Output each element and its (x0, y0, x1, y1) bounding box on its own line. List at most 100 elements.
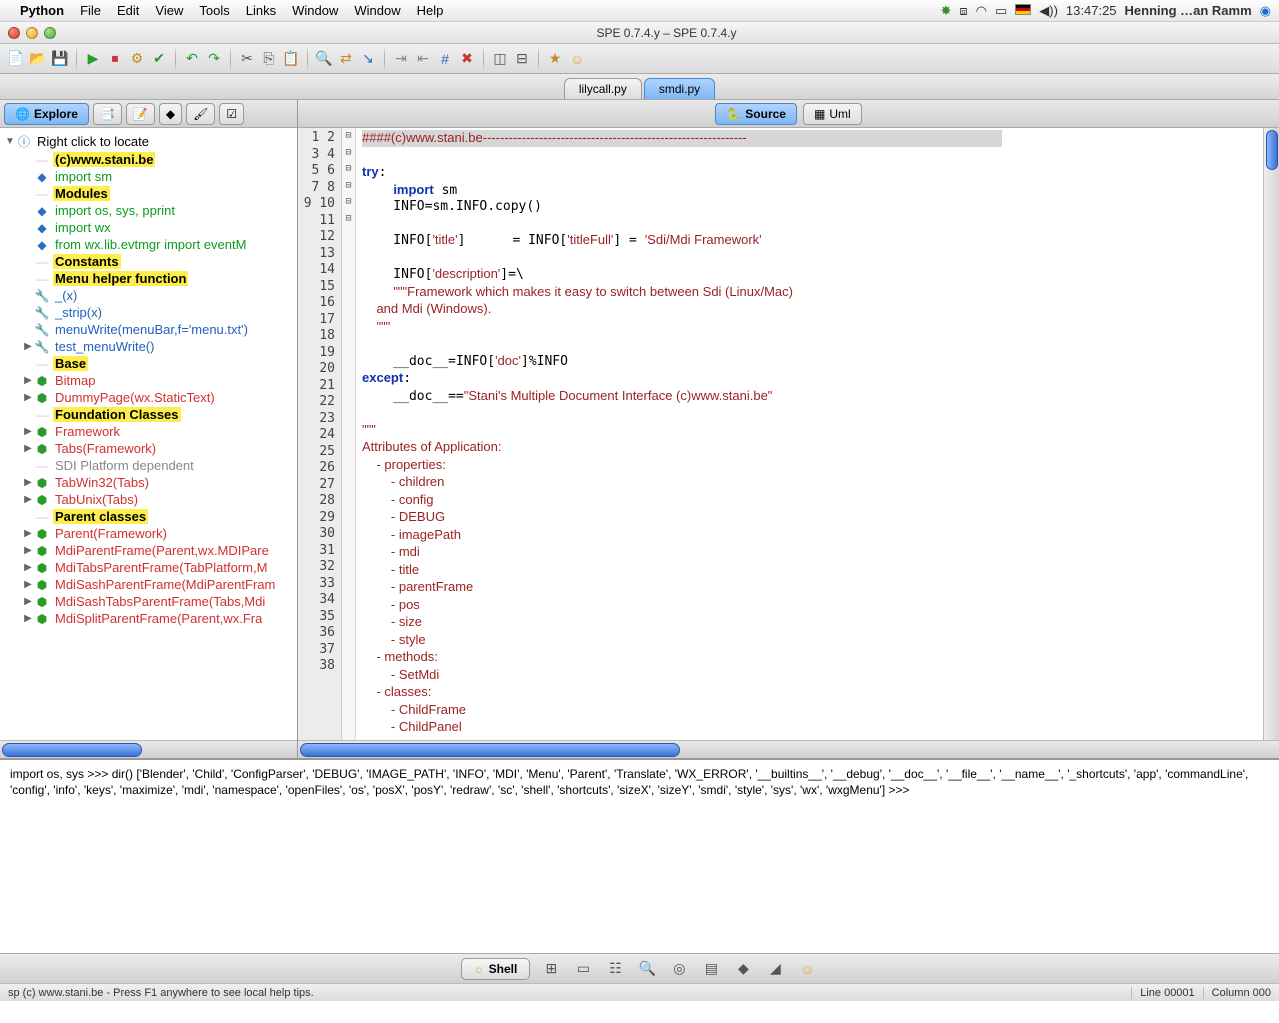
notes-bottom-icon[interactable]: ◢ (764, 958, 786, 980)
tree-item[interactable]: ▶⬢MdiSashParentFrame(MdiParentFram (0, 576, 297, 593)
tree-item[interactable]: 🔧menuWrite(menuBar,f='menu.txt') (0, 321, 297, 338)
menu-window1[interactable]: Window (292, 3, 338, 18)
tree-item[interactable]: ▶⬢TabWin32(Tabs) (0, 474, 297, 491)
leaf-icon[interactable]: ✸ (940, 3, 951, 19)
tree-item[interactable]: ▶⬢MdiTabsParentFrame(TabPlatform,M (0, 559, 297, 576)
menu-links[interactable]: Links (246, 3, 276, 18)
source-tab[interactable]: 🐍Source (715, 103, 797, 125)
spotlight-icon[interactable]: ◉ (1260, 3, 1271, 19)
tree-item[interactable]: ▶⬢Bitmap (0, 372, 297, 389)
tree-item[interactable]: ▶⬢MdiSplitParentFrame(Parent,wx.Fra (0, 610, 297, 627)
goto-icon[interactable]: ↘ (358, 49, 378, 69)
dedent-icon[interactable]: ⇤ (413, 49, 433, 69)
check-icon[interactable]: ✔ (149, 49, 169, 69)
editor-vscroll[interactable] (1263, 128, 1279, 740)
bluetooth-icon[interactable]: ⧈ (959, 3, 967, 19)
session-icon[interactable]: ▭ (572, 958, 594, 980)
tree-item[interactable]: ▶🔧test_menuWrite() (0, 338, 297, 355)
run-icon[interactable]: ▶ (83, 49, 103, 69)
tree-item[interactable]: ◆import wx (0, 219, 297, 236)
tree-item[interactable]: 🔧_strip(x) (0, 304, 297, 321)
tab-smdi[interactable]: smdi.py (644, 78, 715, 99)
smile-icon[interactable]: ☺ (567, 49, 587, 69)
tree-item[interactable]: 🔧_(x) (0, 287, 297, 304)
tree-item[interactable]: ◆from wx.lib.evtmgr import eventM (0, 236, 297, 253)
brush-tab[interactable]: 🖌 (186, 103, 215, 125)
bookmark-icon[interactable]: ★ (545, 49, 565, 69)
split-h-icon[interactable]: ◫ (490, 49, 510, 69)
line-gutter[interactable]: 1 2 3 4 5 6 7 8 9 10 11 12 13 14 15 16 1… (298, 128, 342, 740)
tree-item[interactable]: —Foundation Classes (0, 406, 297, 423)
code-editor[interactable]: ####(c)www.stani.be---------------------… (356, 128, 1263, 740)
blender-icon[interactable]: ☺ (796, 958, 818, 980)
uncomment-icon[interactable]: ✖ (457, 49, 477, 69)
uml-tab[interactable]: ▦Uml (803, 103, 862, 125)
find-icon[interactable]: 🔍 (314, 49, 334, 69)
tree-item[interactable]: ▶⬢Parent(Framework) (0, 525, 297, 542)
minimize-window-button[interactable] (26, 27, 38, 39)
flag-icon[interactable] (1015, 3, 1031, 18)
menu-help[interactable]: Help (417, 3, 444, 18)
comment-icon[interactable]: # (435, 49, 455, 69)
index-tab[interactable]: 📑 (93, 103, 122, 125)
tree-item[interactable]: —Parent classes (0, 508, 297, 525)
indent-icon[interactable]: ⇥ (391, 49, 411, 69)
tree-root[interactable]: ▼ⓘ Right click to locate (0, 132, 297, 151)
explorer-hscroll[interactable] (0, 740, 297, 758)
check-tab[interactable]: ☑ (219, 103, 244, 125)
debug-icon[interactable]: ⚙ (127, 49, 147, 69)
tree-item[interactable]: —Base (0, 355, 297, 372)
menu-edit[interactable]: Edit (117, 3, 139, 18)
recent-icon[interactable]: ▤ (700, 958, 722, 980)
explore-tab[interactable]: 🌐Explore (4, 103, 89, 125)
new-icon[interactable]: 📄 (6, 49, 26, 69)
close-window-button[interactable] (8, 27, 20, 39)
fold-gutter[interactable]: ⊟ ⊟ ⊟ ⊟ ⊟ ⊟ (342, 128, 356, 740)
volume-icon[interactable]: ◀)) (1039, 3, 1058, 19)
clock[interactable]: 13:47:25 (1066, 3, 1117, 18)
tree-item[interactable]: ▶⬢MdiSashTabsParentFrame(Tabs,Mdi (0, 593, 297, 610)
menu-tools[interactable]: Tools (199, 3, 229, 18)
editor-hscroll[interactable] (298, 740, 1279, 758)
tree-item[interactable]: —(c)www.stani.be (0, 151, 297, 168)
shell-button[interactable]: ☼Shell (461, 958, 531, 980)
menu-app[interactable]: Python (20, 3, 64, 18)
tree-item[interactable]: ▶⬢Tabs(Framework) (0, 440, 297, 457)
menu-window2[interactable]: Window (354, 3, 400, 18)
display-icon[interactable]: ▭ (995, 3, 1007, 19)
todo-tab[interactable]: ◆ (159, 103, 182, 125)
todo-bottom-icon[interactable]: ◆ (732, 958, 754, 980)
tree-item[interactable]: ▶⬢TabUnix(Tabs) (0, 491, 297, 508)
wifi-icon[interactable]: ◠ (976, 3, 987, 19)
tree-item[interactable]: —Menu helper function (0, 270, 297, 287)
replace-icon[interactable]: ⇄ (336, 49, 356, 69)
username[interactable]: Henning …an Ramm (1125, 3, 1252, 18)
python-shell-output[interactable]: import os, sys >>> dir() ['Blender', 'Ch… (0, 758, 1279, 953)
tree-item[interactable]: —Modules (0, 185, 297, 202)
open-icon[interactable]: 📂 (28, 49, 48, 69)
tab-lilycall[interactable]: lilycall.py (564, 78, 642, 99)
browser-icon[interactable]: ◎ (668, 958, 690, 980)
tree-item[interactable]: ▶⬢MdiParentFrame(Parent,wx.MDIPare (0, 542, 297, 559)
locals-icon[interactable]: ⊞ (540, 958, 562, 980)
split-v-icon[interactable]: ⊟ (512, 49, 532, 69)
stop-icon[interactable]: ⏹ (105, 49, 125, 69)
save-icon[interactable]: 💾 (50, 49, 70, 69)
paste-icon[interactable]: 📋 (281, 49, 301, 69)
notes-tab[interactable]: 📝 (126, 103, 155, 125)
menu-view[interactable]: View (155, 3, 183, 18)
output-icon[interactable]: ☷ (604, 958, 626, 980)
tree-item[interactable]: —SDI Platform dependent (0, 457, 297, 474)
find-bottom-icon[interactable]: 🔍 (636, 958, 658, 980)
undo-icon[interactable]: ↶ (182, 49, 202, 69)
cut-icon[interactable]: ✂ (237, 49, 257, 69)
copy-icon[interactable]: ⎘ (259, 49, 279, 69)
tree-item[interactable]: —Constants (0, 253, 297, 270)
tree-item[interactable]: ◆import sm (0, 168, 297, 185)
tree-item[interactable]: ▶⬢Framework (0, 423, 297, 440)
tree-item[interactable]: ▶⬢DummyPage(wx.StaticText) (0, 389, 297, 406)
tree-item[interactable]: ◆import os, sys, pprint (0, 202, 297, 219)
menu-file[interactable]: File (80, 3, 101, 18)
outline-tree[interactable]: ▼ⓘ Right click to locate —(c)www.stani.b… (0, 128, 297, 740)
redo-icon[interactable]: ↷ (204, 49, 224, 69)
